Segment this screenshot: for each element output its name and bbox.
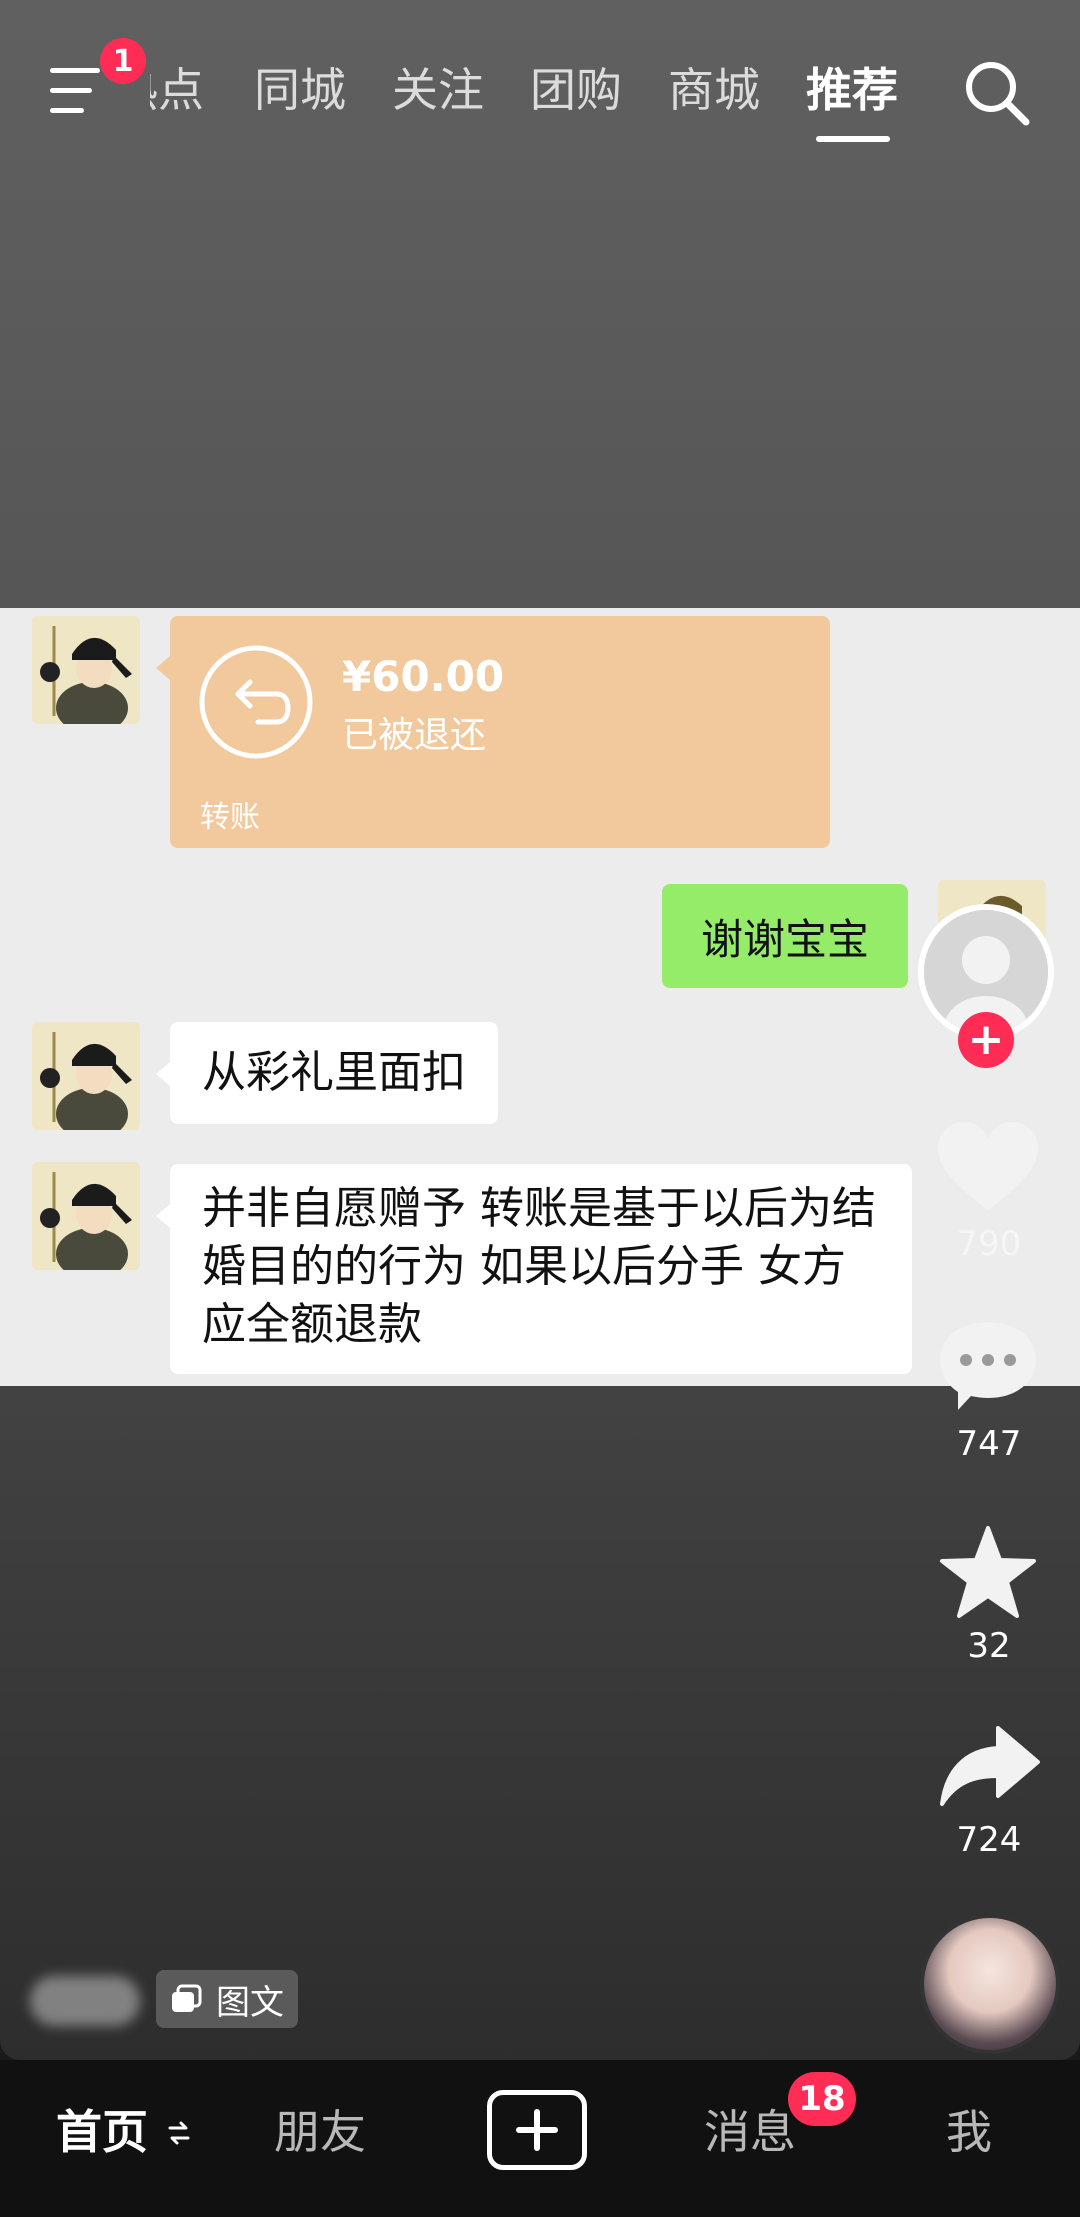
follow-button[interactable]: +	[958, 1012, 1014, 1068]
tab-group-buy[interactable]: 团购	[530, 60, 622, 120]
top-tab-bar: 1 热点 同城 关注 团购 商城 推荐	[0, 0, 1080, 150]
tab-mall[interactable]: 商城	[668, 60, 760, 120]
video-feed[interactable]: 1 热点 同城 关注 团购 商城 推荐	[0, 0, 1080, 2060]
comment-count: 747	[956, 1424, 1022, 1464]
post-type-chip: 图文	[156, 1970, 298, 2028]
tab-hot-label: 热点	[150, 63, 204, 117]
sender-avatar	[32, 616, 140, 724]
refresh-swap-icon[interactable]	[168, 2118, 190, 2148]
share-count: 724	[956, 1820, 1022, 1860]
like-count: 790	[956, 1224, 1022, 1264]
messages-badge: 18	[788, 2072, 856, 2126]
nav-friends[interactable]: 朋友	[274, 2102, 366, 2162]
nav-me[interactable]: 我	[946, 2102, 992, 2162]
comment-icon[interactable]	[936, 1318, 1040, 1414]
share-icon[interactable]	[938, 1724, 1042, 1808]
plus-icon	[516, 2109, 558, 2151]
received-message-bubble: 从彩礼里面扣	[156, 1022, 498, 1124]
tab-following[interactable]: 关注	[392, 60, 484, 120]
chat-screenshot: ¥60.00 已被退还 转账 谢谢宝宝 从彩礼里面扣 并非自愿赠予 转账是基于以…	[0, 608, 1080, 1386]
bottom-navigation: 首页 朋友 消息 18 我	[0, 2060, 1080, 2217]
post-type-label: 图文	[216, 1982, 284, 2023]
nav-messages[interactable]: 消息	[704, 2102, 796, 2162]
refund-icon	[199, 645, 313, 759]
received-message-bubble: 并非自愿赠予 转账是基于以后为结婚目的的行为 如果以后分手 女方应全额退款	[156, 1164, 912, 1374]
scholar-avatar-icon	[32, 616, 140, 724]
sender-avatar	[32, 1022, 140, 1130]
create-post-button[interactable]	[487, 2090, 587, 2170]
tab-local[interactable]: 同城	[254, 60, 346, 120]
star-icon[interactable]	[938, 1524, 1038, 1620]
nav-home[interactable]: 首页	[56, 2102, 148, 2162]
menu-icon[interactable]	[50, 68, 106, 116]
scholar-avatar-icon	[32, 1022, 140, 1130]
tab-hot[interactable]: 热点	[150, 60, 210, 120]
search-icon[interactable]	[962, 58, 1032, 128]
sent-message-bubble: 谢谢宝宝	[662, 884, 908, 988]
sender-avatar	[32, 1162, 140, 1270]
tab-recommend[interactable]: 推荐	[806, 60, 898, 120]
notification-badge: 1	[100, 38, 146, 84]
transfer-label: 转账	[200, 800, 260, 835]
heart-icon[interactable]	[936, 1120, 1040, 1216]
scholar-avatar-icon	[32, 1162, 140, 1270]
author-name-blurred[interactable]	[30, 1976, 140, 2026]
active-tab-indicator	[816, 136, 890, 142]
music-disc[interactable]	[920, 1914, 1060, 2054]
transfer-status: 已被退还	[342, 715, 487, 756]
transfer-amount: ¥60.00	[342, 652, 505, 701]
favorite-count: 32	[967, 1626, 1011, 1666]
image-text-icon	[172, 1984, 202, 2012]
transfer-bubble[interactable]: ¥60.00 已被退还 转账	[156, 616, 830, 848]
